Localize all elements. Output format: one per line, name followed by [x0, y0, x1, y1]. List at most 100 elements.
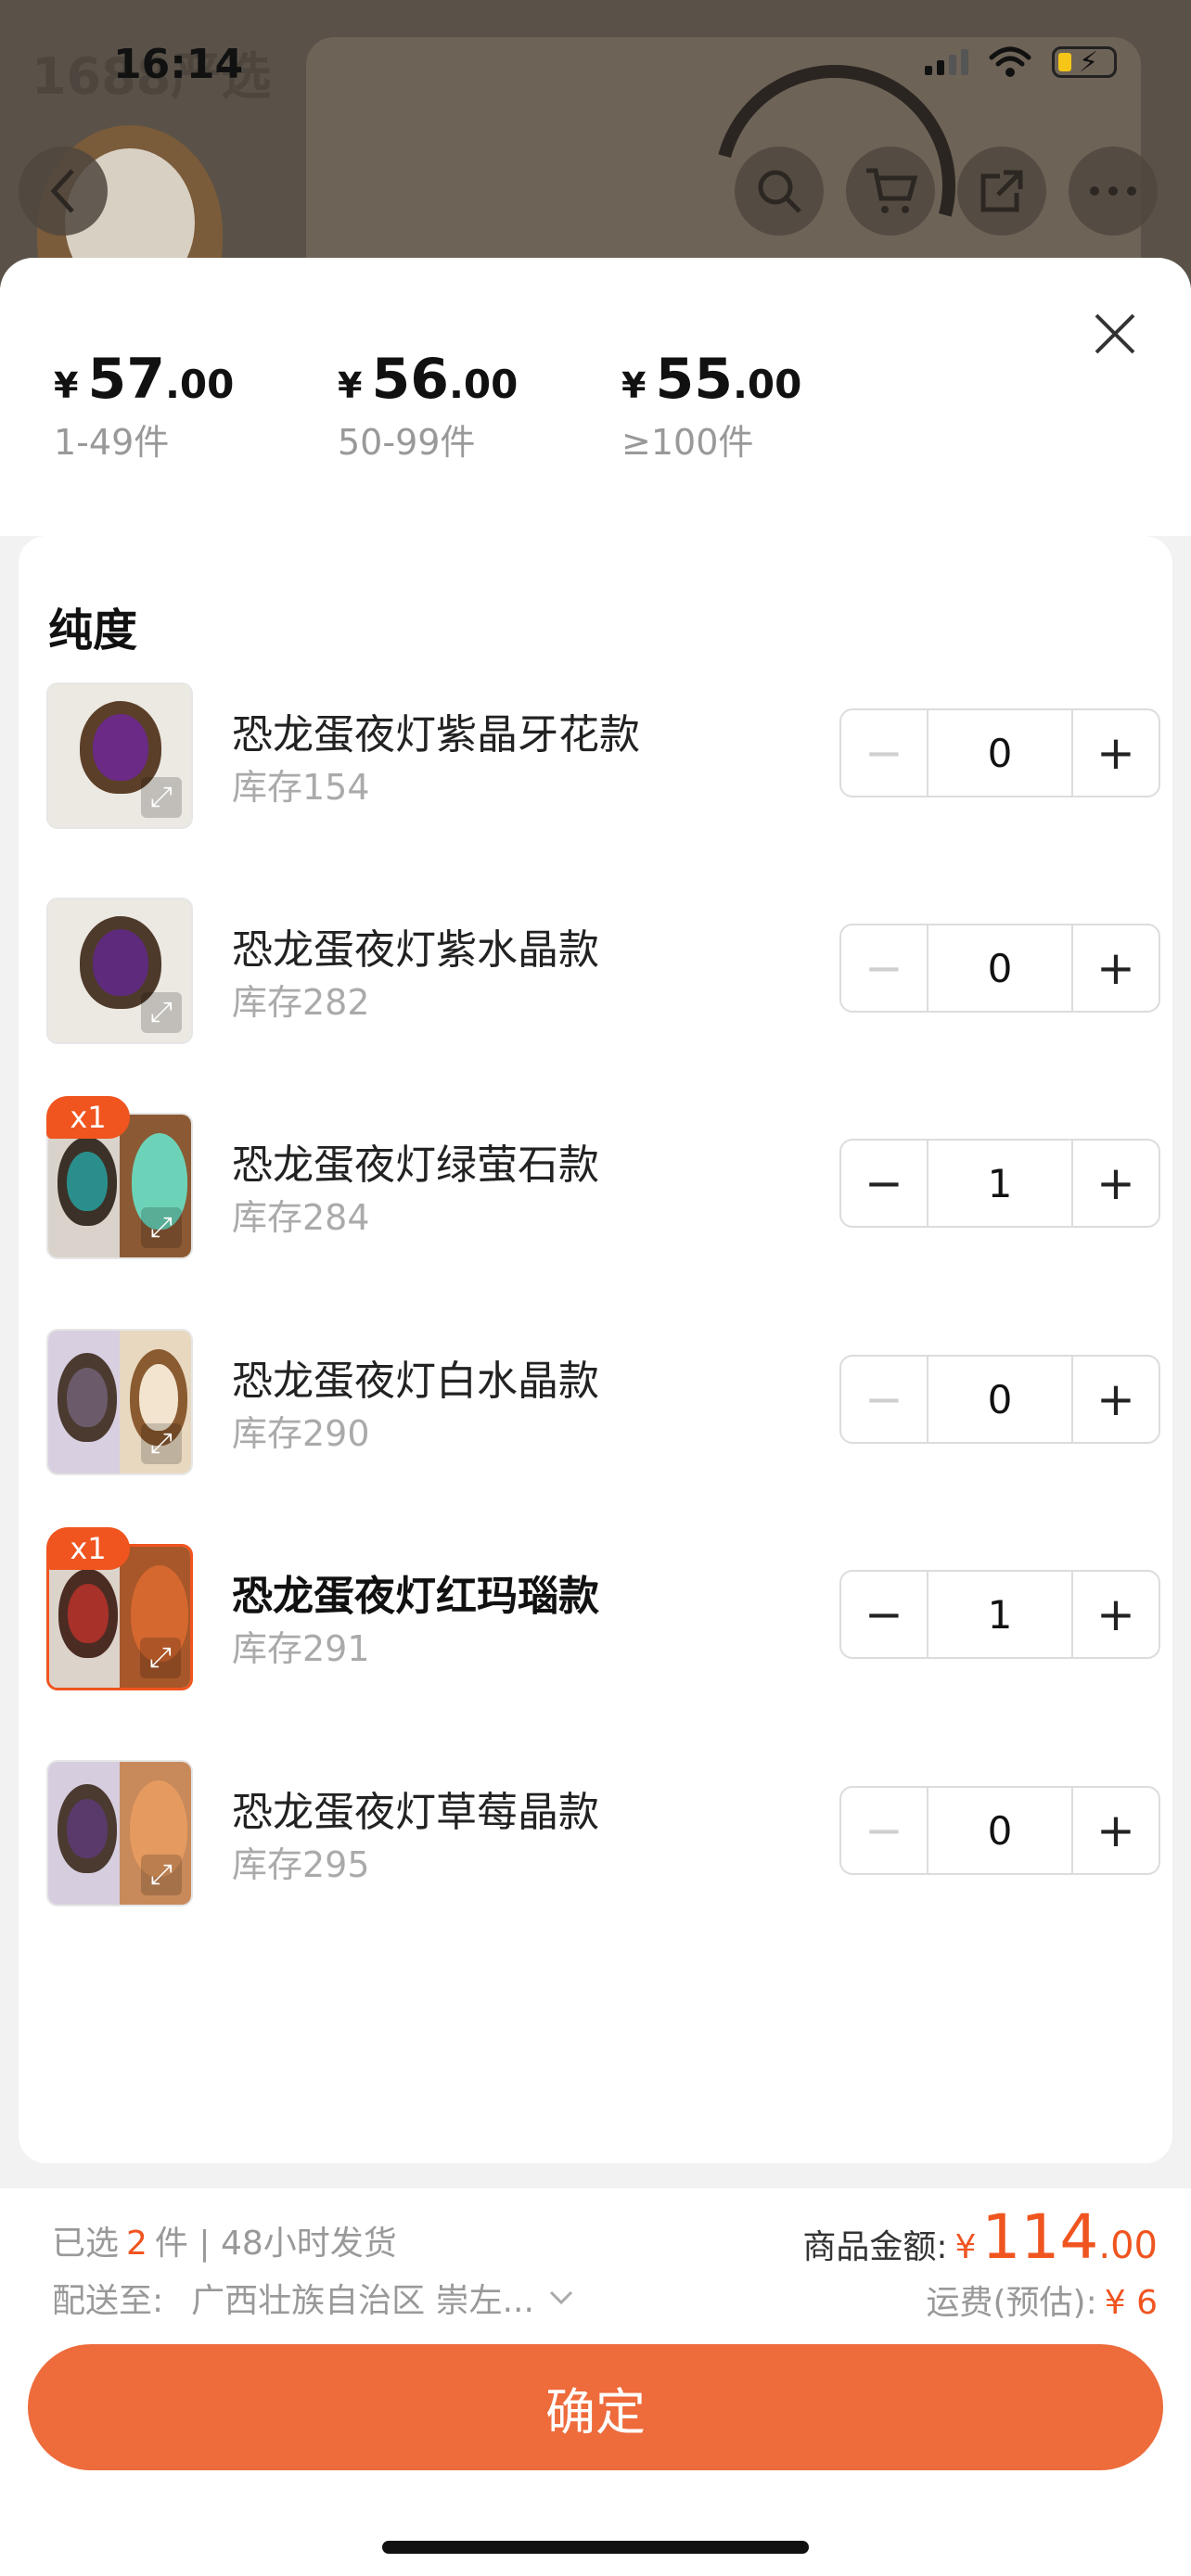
close-icon [1095, 313, 1135, 354]
sku-thumbnail[interactable]: ⤢ [46, 1329, 193, 1475]
sku-stock: 库存284 [232, 1197, 370, 1238]
selected-count-badge: x1 [46, 1096, 130, 1139]
more-button[interactable] [1069, 147, 1158, 236]
expand-icon[interactable]: ⤢ [141, 1423, 182, 1464]
sku-stock: 库存290 [232, 1413, 370, 1454]
expand-icon[interactable]: ⤢ [141, 777, 182, 818]
sku-name: 恐龙蛋夜灯紫水晶款 [232, 926, 599, 974]
total-label: 商品金额: [802, 2228, 948, 2266]
price-tier: ¥57.00 1-49件 [54, 347, 338, 465]
sku-thumbnail[interactable]: ⤢ [46, 1760, 193, 1906]
quantity-value[interactable]: 0 [928, 1357, 1071, 1442]
close-button[interactable] [1085, 304, 1145, 363]
decrease-button[interactable]: − [841, 710, 928, 796]
ship-address: 广西壮族自治区 崇左... [191, 2282, 534, 2320]
sku-stock: 库存154 [232, 767, 370, 808]
decrease-button[interactable]: − [841, 1141, 928, 1226]
currency-symbol: ¥ [54, 365, 79, 406]
battery-icon: ⚡ [1052, 46, 1117, 79]
decrease-button[interactable]: − [841, 1788, 928, 1873]
quantity-value[interactable]: 1 [928, 1141, 1071, 1226]
tier-price-dec: .00 [732, 362, 802, 407]
sku-row: ⤢ 恐龙蛋夜灯草莓晶款 库存295 − 0 + [46, 1760, 1160, 1908]
confirm-button[interactable]: 确定 [28, 2344, 1163, 2470]
increase-button[interactable]: + [1071, 925, 1159, 1011]
decrease-button[interactable]: − [841, 1572, 928, 1657]
quantity-stepper: − 1 + [839, 1570, 1160, 1659]
signal-icon [925, 49, 968, 75]
tier-price-int: 55 [655, 347, 733, 412]
sku-row: ⤢ 恐龙蛋夜灯白水晶款 库存290 − 0 + [46, 1329, 1160, 1477]
selected-count: 2 [126, 2225, 147, 2263]
shipping-address[interactable]: 配送至: 广西壮族自治区 崇左... [52, 2274, 577, 2322]
price-tier: ¥56.00 50-99件 [338, 347, 621, 465]
sku-name: 恐龙蛋夜灯红玛瑙款 [232, 1573, 599, 1620]
order-footer: 已选 2 件 | 48小时发货 配送至: 广西壮族自治区 崇左... 商品金额: ¥… [0, 2188, 1191, 2576]
sku-row: ⤢ 恐龙蛋夜灯紫水晶款 库存282 − 0 + [46, 898, 1160, 1046]
tier-price-dec: .00 [164, 362, 235, 407]
total-symbol: ¥ [954, 2228, 977, 2266]
sku-row: ⤢ 恐龙蛋夜灯紫晶牙花款 库存154 − 0 + [46, 682, 1160, 831]
selected-count-badge: x1 [46, 1527, 130, 1570]
quantity-stepper: − 0 + [839, 924, 1160, 1013]
expand-icon[interactable]: ⤢ [140, 1638, 181, 1678]
freight-value: ¥ 6 [1104, 2284, 1158, 2322]
status-time: 16:14 [113, 41, 244, 88]
status-icons: ⚡ [925, 46, 1117, 79]
share-button[interactable] [957, 147, 1046, 236]
sku-row: x1 ⤢ 恐龙蛋夜灯红玛瑙款 库存291 − 1 + [46, 1527, 1160, 1692]
tier-price-dec: .00 [448, 362, 519, 407]
quantity-value[interactable]: 1 [928, 1572, 1071, 1657]
cart-icon [866, 168, 918, 213]
quantity-value[interactable]: 0 [928, 1788, 1071, 1873]
sku-stock: 库存295 [232, 1844, 370, 1885]
freight-estimate: 运费(预估): ¥ 6 [927, 2276, 1159, 2324]
chevron-left-icon [50, 169, 74, 213]
increase-button[interactable]: + [1071, 710, 1159, 796]
sku-name: 恐龙蛋夜灯草莓晶款 [232, 1789, 599, 1836]
sku-name: 恐龙蛋夜灯绿萤石款 [232, 1141, 599, 1189]
sku-name: 恐龙蛋夜灯白水晶款 [232, 1358, 599, 1405]
sku-thumbnail[interactable]: ⤢ [46, 898, 193, 1044]
tier-price-int: 56 [371, 347, 449, 412]
freight-label: 运费(预估): [926, 2284, 1097, 2322]
currency-symbol: ¥ [338, 365, 363, 406]
cart-button[interactable] [846, 147, 935, 236]
total-amount: 商品金额: ¥ 114 .00 [802, 2201, 1158, 2273]
price-header: ¥57.00 1-49件 ¥56.00 50-99件 ¥55.00 ≥100件 [0, 258, 1191, 536]
price-tier: ¥55.00 ≥100件 [621, 347, 905, 465]
share-icon [980, 170, 1023, 212]
tier-range: 50-99件 [338, 422, 476, 463]
sku-card: 纯度 ⤢ 恐龙蛋夜灯紫晶牙花款 库存154 − 0 + ⤢ 恐龙蛋夜灯紫水晶款 … [19, 536, 1172, 2163]
quantity-stepper: − 1 + [839, 1139, 1160, 1228]
section-title: 纯度 [48, 605, 138, 657]
expand-icon[interactable]: ⤢ [141, 992, 182, 1033]
tier-range: 1-49件 [54, 422, 170, 463]
quantity-stepper: − 0 + [839, 1786, 1160, 1875]
decrease-button[interactable]: − [841, 925, 928, 1011]
price-tiers: ¥57.00 1-49件 ¥56.00 50-99件 ¥55.00 ≥100件 [54, 347, 905, 465]
quantity-value[interactable]: 0 [928, 925, 1071, 1011]
sku-name: 恐龙蛋夜灯紫晶牙花款 [232, 711, 640, 759]
wifi-icon [989, 46, 1031, 77]
sku-row: x1 ⤢ 恐龙蛋夜灯绿萤石款 库存284 − 1 + [46, 1096, 1160, 1261]
expand-icon[interactable]: ⤢ [141, 1207, 182, 1248]
increase-button[interactable]: + [1071, 1141, 1159, 1226]
search-icon [758, 170, 801, 213]
background-product-page: 1688严选 16:14 ⚡ [0, 0, 1191, 297]
tier-price-int: 57 [87, 347, 165, 412]
sku-stock: 库存282 [232, 982, 370, 1023]
sku-thumbnail[interactable]: ⤢ [46, 682, 193, 829]
tier-range: ≥100件 [621, 422, 754, 463]
increase-button[interactable]: + [1071, 1572, 1159, 1657]
selected-prefix: 已选 [52, 2225, 120, 2263]
increase-button[interactable]: + [1071, 1788, 1159, 1873]
increase-button[interactable]: + [1071, 1357, 1159, 1442]
quantity-value[interactable]: 0 [928, 710, 1071, 796]
quantity-stepper: − 0 + [839, 708, 1160, 797]
expand-icon[interactable]: ⤢ [141, 1855, 182, 1895]
back-button[interactable] [19, 147, 108, 236]
decrease-button[interactable]: − [841, 1357, 928, 1442]
search-button[interactable] [735, 147, 824, 236]
tier-price: ¥56.00 [338, 347, 621, 412]
